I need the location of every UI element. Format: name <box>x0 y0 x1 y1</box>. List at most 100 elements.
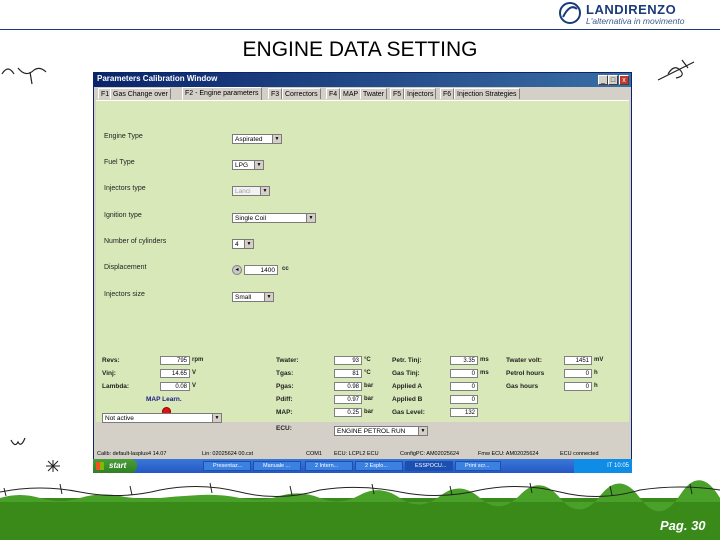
tab-correctors[interactable]: Correctors <box>282 88 321 99</box>
tab-f4[interactable]: F4 <box>326 88 341 99</box>
chevron-down-icon: ▼ <box>306 214 315 222</box>
twater-volt-unit: mV <box>594 357 604 363</box>
cylinders-label: Number of cylinders <box>104 238 167 245</box>
gas-level-label: Gas Level: <box>392 409 425 416</box>
chevron-down-icon: ▼ <box>264 293 273 301</box>
map-value: 0.25 <box>334 408 362 417</box>
pgas-value: 0.98 <box>334 382 362 391</box>
pdiff-label: Pdiff: <box>276 396 293 403</box>
chevron-down-icon: ▼ <box>212 414 221 422</box>
ignition-type-select[interactable]: Single Coil ▼ <box>232 213 316 223</box>
minimize-button[interactable]: _ <box>598 75 608 85</box>
petr-tinj-value: 3.35 <box>450 356 478 365</box>
status-connection: ECU connected <box>560 451 599 457</box>
twater-value: 93 <box>334 356 362 365</box>
cylinders-select[interactable]: 4 ▼ <box>232 239 254 249</box>
engine-type-label: Engine Type <box>104 133 143 140</box>
injectors-size-label: Injectors size <box>104 291 145 298</box>
ignition-type-value: Single Coil <box>235 215 267 222</box>
vinj-unit: V <box>192 370 197 376</box>
status-port: COM1 <box>306 451 322 457</box>
status-fmw: Fmw ECU: AM02025624 <box>478 451 539 457</box>
tab-engine-parameters[interactable]: F2 - Engine parameters <box>182 87 262 100</box>
petrol-hours-value: 0 <box>564 369 592 378</box>
start-label: start <box>109 461 127 470</box>
airplane-doodle-icon <box>657 59 695 81</box>
injectors-type-value: Lanci <box>235 188 251 195</box>
brand-tagline: L'alternativa in movimento <box>586 16 685 26</box>
twater-volt-value: 1451 <box>564 356 592 365</box>
lambda-label: Lambda: <box>102 383 130 390</box>
fuel-type-label: Fuel Type <box>104 159 135 166</box>
displacement-stepper[interactable]: ◂ <box>232 265 242 275</box>
gas-hours-unit: h <box>594 383 598 389</box>
map-unit: bar <box>364 409 374 415</box>
taskbar-item-print-screen[interactable]: Print scr... <box>455 461 501 471</box>
tab-f5[interactable]: F5 <box>390 88 405 99</box>
tab-injectors[interactable]: Injectors <box>404 88 437 99</box>
taskbar-item-esplora[interactable]: 2 Esplo... <box>355 461 403 471</box>
taskbar-item-manuale[interactable]: Manuale ... <box>253 461 301 471</box>
status-calib: Calib: default-lasplus4 14.07 <box>97 451 167 457</box>
windows-taskbar: start Presentaz... Manuale ... 2 Intern.… <box>93 459 632 473</box>
applied-a-value: 0 <box>450 382 478 391</box>
applied-a-label: Applied A <box>392 383 423 390</box>
displacement-label: Displacement <box>104 264 147 271</box>
chevron-down-icon: ▼ <box>254 161 263 169</box>
pdiff-unit: bar <box>364 396 374 402</box>
gas-tinj-label: Gas Tinj: <box>392 370 420 377</box>
fuel-type-value: LPG <box>235 162 249 169</box>
ecu-label: ECU: <box>276 425 292 432</box>
applied-b-value: 0 <box>450 395 478 404</box>
lambda-value: 0.08 <box>160 382 190 391</box>
map-learn-select[interactable]: Not active ▼ <box>102 413 222 423</box>
cylinders-value: 4 <box>235 241 239 248</box>
tab-twater[interactable]: Twater <box>360 88 388 99</box>
tab-f6[interactable]: F6 <box>440 88 455 99</box>
tab-gas-change-over[interactable]: Gas Change over <box>110 88 171 99</box>
landirenzo-logo: LANDIRENZO L'alternativa in movimento <box>556 0 718 28</box>
brand-name: LANDIRENZO <box>586 2 677 17</box>
tgas-label: Tgas: <box>276 370 294 377</box>
injectors-type-select[interactable]: Lanci ▼ <box>232 186 270 196</box>
injectors-size-select[interactable]: Small ▼ <box>232 292 274 302</box>
ecu-status-value: ENGINE PETROL RUN <box>337 428 406 435</box>
start-button[interactable]: start <box>93 459 137 473</box>
fuel-type-select[interactable]: LPG ▼ <box>232 160 264 170</box>
tab-map[interactable]: MAP <box>340 88 362 99</box>
gas-tinj-value: 0 <box>450 369 478 378</box>
page-title: ENGINE DATA SETTING <box>242 38 478 61</box>
petrol-hours-unit: h <box>594 370 598 376</box>
header-rule <box>0 29 720 30</box>
gas-hours-label: Gas hours <box>506 383 539 390</box>
taskbar-item-presentaz[interactable]: Presentaz... <box>203 461 251 471</box>
grass-footer-illustration <box>0 480 720 540</box>
bug-doodle-icon <box>46 460 60 472</box>
ecu-status-select[interactable]: ENGINE PETROL RUN ▼ <box>334 426 428 436</box>
gas-tinj-unit: ms <box>480 370 489 376</box>
window-title: Parameters Calibration Window <box>97 74 218 83</box>
chevron-down-icon: ▼ <box>418 427 427 435</box>
map-learn-value: Not active <box>105 415 134 422</box>
maximize-button[interactable]: □ <box>608 75 618 85</box>
status-file: Lin: 02025624 00.cst <box>202 451 254 457</box>
tab-f3[interactable]: F3 <box>268 88 283 99</box>
petrol-hours-label: Petrol hours <box>506 370 545 377</box>
taskbar-item-internet[interactable]: 2 Intern... <box>305 461 353 471</box>
engine-type-select[interactable]: Aspirated ▼ <box>232 134 282 144</box>
status-config: ConfigPC: AM02025624 <box>400 451 460 457</box>
taskbar-item-esspocu[interactable]: ESSPOCU... <box>405 461 453 471</box>
petr-tinj-label: Petr. Tinj: <box>392 357 422 364</box>
monitor-area: Revs: 795 rpm Vinj: 14.65 V Lambda: 0.08… <box>96 351 629 423</box>
displacement-input[interactable]: 1400 <box>244 265 278 275</box>
revs-value: 795 <box>160 356 190 365</box>
vinj-value: 14.65 <box>160 369 190 378</box>
twater-volt-label: Twater volt: <box>506 357 542 364</box>
vinj-label: Vinj: <box>102 370 116 377</box>
map-learn-label: MAP Learn. <box>146 396 182 403</box>
gas-hours-value: 0 <box>564 382 592 391</box>
twater-label: Twater: <box>276 357 299 364</box>
close-button[interactable]: x <box>619 75 629 85</box>
tgas-unit: °C <box>364 370 371 376</box>
tab-injection-strategies[interactable]: Injection Strategies <box>454 88 520 99</box>
